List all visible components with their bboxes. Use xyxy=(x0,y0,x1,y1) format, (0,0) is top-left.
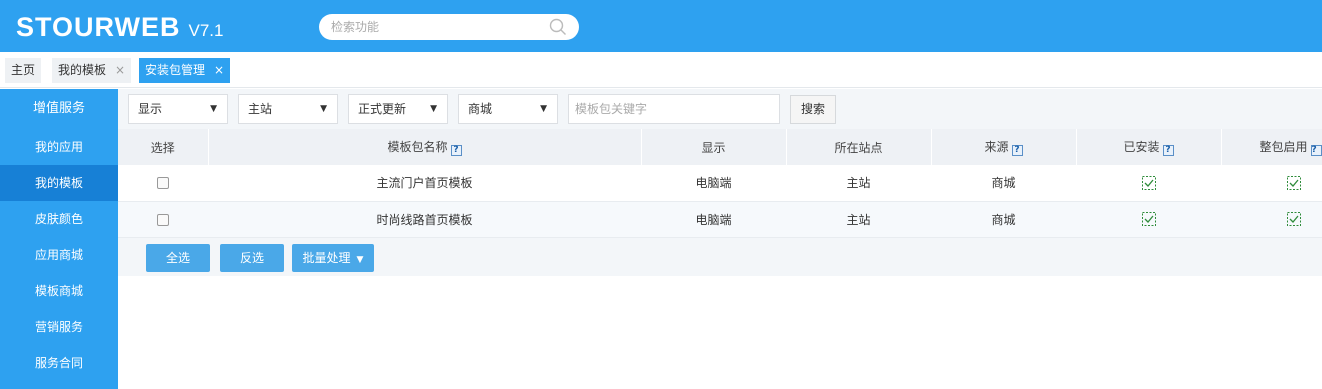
installed-cell xyxy=(1076,201,1221,238)
keyword-input[interactable] xyxy=(569,95,769,123)
invert-selection-button[interactable]: 反选 xyxy=(220,244,284,272)
col-header-name: 模板包名称? xyxy=(208,129,642,165)
col-header-label: 显示 xyxy=(701,140,726,155)
version-label: V7.1 xyxy=(188,21,224,40)
site-select-value: 主站 xyxy=(248,102,273,116)
batch-process-button[interactable]: 批量处理 ▼ xyxy=(292,244,374,272)
source-cell: 商城 xyxy=(931,165,1076,202)
site-cell: 主站 xyxy=(786,165,931,202)
col-header-label: 整包启用 xyxy=(1259,140,1308,154)
top-bar: STOURWEB V7.1 xyxy=(0,0,1322,52)
col-header-label: 来源 xyxy=(984,140,1009,154)
display-cell: 电脑端 xyxy=(641,201,786,238)
installed-cell xyxy=(1076,165,1221,202)
col-header-select: 选择 xyxy=(118,129,209,165)
sidebar-item-contracts[interactable]: 服务合同 xyxy=(0,345,118,381)
caret-down-icon: ▼ xyxy=(210,104,217,114)
caret-down-icon: ▼ xyxy=(356,255,364,265)
table-row[interactable]: 时尚线路首页模板 电脑端 主站 商城 xyxy=(118,201,1322,238)
col-header-label: 模板包名称 xyxy=(387,140,448,154)
sidebar-item-template-store[interactable]: 模板商城 xyxy=(0,273,118,309)
help-icon[interactable]: ? xyxy=(1011,145,1023,156)
col-header-site: 所在站点 xyxy=(786,129,932,165)
source-select-value: 商城 xyxy=(468,102,493,116)
action-bar: 全选 反选 批量处理 ▼ xyxy=(118,238,1322,276)
display-select-value: 显示 xyxy=(138,102,163,116)
caret-down-icon: ▼ xyxy=(320,104,327,114)
template-name-cell: 主流门户首页模板 xyxy=(208,165,641,202)
display-select[interactable]: 显示 ▼ xyxy=(128,94,228,124)
sidebar-title: 增值服务 xyxy=(0,89,118,129)
enabled-cell xyxy=(1221,201,1322,238)
row-select-cell xyxy=(118,201,208,238)
filter-bar: 显示 ▼ 主站 ▼ 正式更新 ▼ 商城 ▼ 搜索 xyxy=(118,89,1322,129)
function-search xyxy=(319,14,579,40)
search-button[interactable]: 搜索 xyxy=(790,95,836,124)
col-header-installed: 已安装? xyxy=(1076,129,1222,165)
caret-down-icon: ▼ xyxy=(430,104,437,114)
caret-down-icon: ▼ xyxy=(540,104,547,114)
table-row[interactable]: 主流门户首页模板 电脑端 主站 商城 xyxy=(118,165,1322,202)
logo-text: STOURWEB xyxy=(16,12,181,42)
close-icon[interactable]: × xyxy=(115,63,125,77)
enabled-check-icon[interactable] xyxy=(1287,212,1301,227)
tab-label: 安装包管理 xyxy=(145,63,206,77)
row-checkbox[interactable] xyxy=(157,213,169,226)
help-icon[interactable]: ? xyxy=(1162,145,1174,156)
close-icon[interactable]: × xyxy=(214,63,224,77)
batch-process-label: 批量处理 xyxy=(302,251,351,265)
main-content: 显示 ▼ 主站 ▼ 正式更新 ▼ 商城 ▼ 搜索 选择 模板包名称? 显示 所在站点 来… xyxy=(118,89,1322,389)
row-select-cell xyxy=(118,165,208,202)
sidebar-item-app-store[interactable]: 应用商城 xyxy=(0,237,118,273)
sidebar-item-skin-colors[interactable]: 皮肤颜色 xyxy=(0,201,118,237)
site-cell: 主站 xyxy=(786,201,931,238)
display-cell: 电脑端 xyxy=(641,165,786,202)
update-type-select-value: 正式更新 xyxy=(358,102,407,116)
col-header-label: 所在站点 xyxy=(834,140,883,155)
help-icon[interactable]: ? xyxy=(450,145,462,156)
select-all-button[interactable]: 全选 xyxy=(146,244,210,272)
col-header-source: 来源? xyxy=(931,129,1077,165)
sidebar: 增值服务 我的应用 我的模板 皮肤颜色 应用商城 模板商城 营销服务 服务合同 xyxy=(0,89,118,389)
sidebar-item-marketing[interactable]: 营销服务 xyxy=(0,309,118,345)
tab-my-templates[interactable]: 我的模板 × xyxy=(52,58,132,83)
tab-bar: 主页 我的模板 × 安装包管理 × xyxy=(0,52,1322,88)
site-select[interactable]: 主站 ▼ xyxy=(238,94,338,124)
installed-check-icon[interactable] xyxy=(1141,176,1156,190)
update-type-select[interactable]: 正式更新 ▼ xyxy=(348,94,448,124)
keyword-field xyxy=(568,94,780,124)
col-header-display: 显示 xyxy=(641,129,787,165)
function-search-input[interactable] xyxy=(331,18,541,36)
package-table: 选择 模板包名称? 显示 所在站点 来源? 已安装? 整包启用? 主流门户首页模… xyxy=(118,129,1322,238)
source-cell: 商城 xyxy=(931,201,1076,238)
sidebar-item-my-apps[interactable]: 我的应用 xyxy=(0,129,118,165)
enabled-cell xyxy=(1221,165,1322,202)
row-checkbox[interactable] xyxy=(157,177,169,190)
col-header-enabled: 整包启用? xyxy=(1221,129,1322,165)
template-name-cell: 时尚线路首页模板 xyxy=(208,201,641,238)
search-icon[interactable] xyxy=(549,18,567,36)
table-header-row: 选择 模板包名称? 显示 所在站点 来源? 已安装? 整包启用? xyxy=(118,129,1322,165)
tab-label: 主页 xyxy=(11,63,36,77)
installed-check-icon[interactable] xyxy=(1141,212,1156,227)
enabled-check-icon[interactable] xyxy=(1287,176,1301,190)
source-select[interactable]: 商城 ▼ xyxy=(458,94,558,124)
tab-label: 我的模板 xyxy=(58,63,107,77)
help-icon[interactable]: ? xyxy=(1310,145,1322,156)
tab-package-management[interactable]: 安装包管理 × xyxy=(139,58,231,83)
sidebar-item-my-templates[interactable]: 我的模板 xyxy=(0,165,118,201)
col-header-label: 选择 xyxy=(150,140,175,155)
tab-home[interactable]: 主页 xyxy=(5,58,42,83)
col-header-label: 已安装 xyxy=(1123,140,1160,154)
logo: STOURWEB V7.1 xyxy=(16,12,224,46)
